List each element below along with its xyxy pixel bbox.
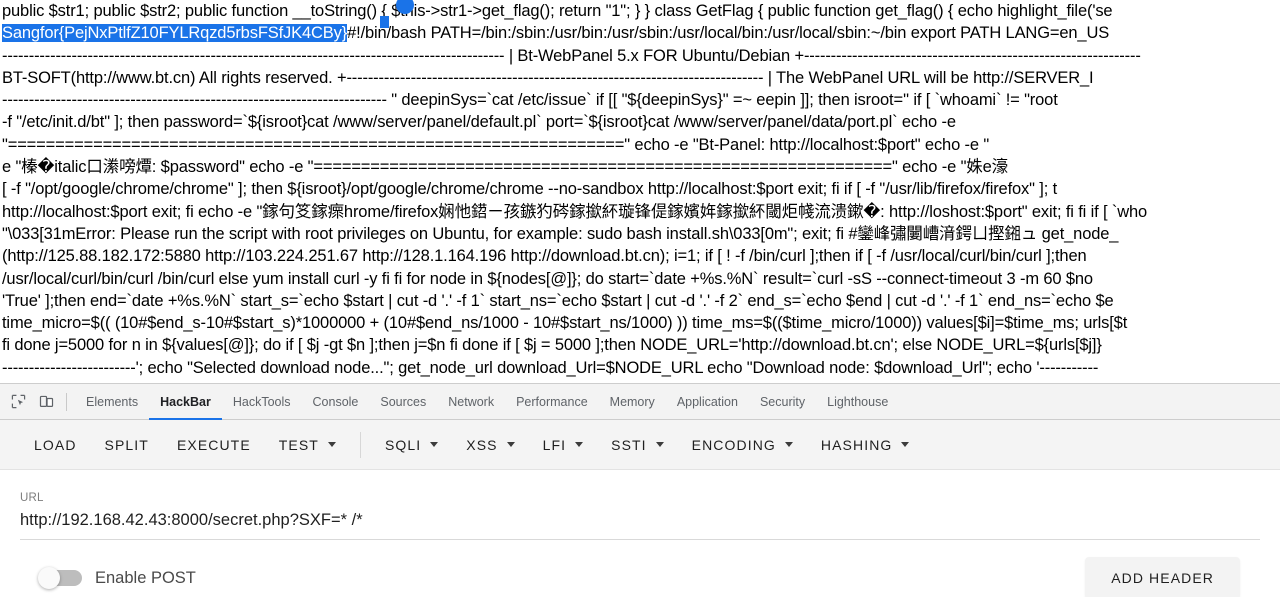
add-header-button[interactable]: ADD HEADER xyxy=(1085,557,1240,597)
code-line: /usr/local/curl/bin/curl /bin/curl else … xyxy=(2,269,1093,288)
xss-menu-label: XSS xyxy=(466,436,498,453)
hackbar-footer: Enable POST ADD HEADER xyxy=(20,540,1260,597)
tab-performance[interactable]: Performance xyxy=(505,384,599,420)
xss-menu-button[interactable]: XSS xyxy=(452,430,528,460)
chevron-down-icon xyxy=(901,442,910,447)
load-button-label: LOAD xyxy=(34,436,77,453)
tab-console[interactable]: Console xyxy=(302,384,370,420)
code-line: BT-SOFT(http://www.bt.cn) All rights res… xyxy=(2,68,1094,87)
chevron-down-icon xyxy=(506,442,515,447)
hashing-menu-label: HASHING xyxy=(820,436,893,453)
chevron-down-icon xyxy=(655,442,664,447)
code-line: http://localhost:$port exit; fi echo -e … xyxy=(2,202,1148,221)
test-menu-button[interactable]: TEST xyxy=(265,430,350,460)
code-line: ----------------------------------------… xyxy=(2,46,1141,65)
code-line: -f "/etc/init.d/bt" ]; then password=`${… xyxy=(2,113,956,132)
ssti-menu-label: SSTI xyxy=(611,436,647,453)
url-field-group: URL http://192.168.42.43:8000/secret.php… xyxy=(20,470,1260,540)
devtools-panel: Elements HackBar HackTools Console Sourc… xyxy=(0,383,1280,597)
url-field-label: URL xyxy=(20,492,44,504)
browser-window: public $str1; public $str2; public funct… xyxy=(0,0,1280,597)
tab-hackbar[interactable]: HackBar xyxy=(149,384,222,420)
lfi-menu-label: LFI xyxy=(542,436,567,453)
enable-post-label: Enable POST xyxy=(95,568,196,587)
code-line: public $str1; public $str2; public funct… xyxy=(2,2,1113,20)
hackbar-toolbar: LOAD SPLIT EXECUTE TEST SQLI XSS LFI SST… xyxy=(0,420,1280,470)
toolbar-separator xyxy=(359,431,361,458)
tab-elements[interactable]: Elements xyxy=(75,384,149,420)
execute-button[interactable]: EXECUTE xyxy=(163,430,265,460)
device-toolbar-icon[interactable] xyxy=(32,388,60,416)
tab-lighthouse[interactable]: Lighthouse xyxy=(816,384,899,420)
tab-network[interactable]: Network xyxy=(437,384,505,420)
inspect-element-icon[interactable] xyxy=(4,388,32,416)
tab-security[interactable]: Security xyxy=(749,384,816,420)
tab-hacktools[interactable]: HackTools xyxy=(222,384,302,420)
code-line: -------------------------'; echo "Select… xyxy=(2,358,1099,377)
hashing-menu-button[interactable]: HASHING xyxy=(807,430,924,460)
chevron-down-icon xyxy=(575,442,584,447)
toolbar-divider xyxy=(66,392,67,411)
devtools-tabbar: Elements HackBar HackTools Console Sourc… xyxy=(0,384,1280,420)
test-menu-label: TEST xyxy=(278,436,319,453)
selected-flag-text[interactable]: Sangfor{PejNxPtlfZ10FYLRqzd5rbsFSfJK4CBy… xyxy=(2,24,347,43)
code-line: "=======================================… xyxy=(2,135,990,154)
code-line: e "榛�italic口潫嗙燂: $password" echo -e "===… xyxy=(2,158,1008,177)
url-input[interactable]: http://192.168.42.43:8000/secret.php?SXF… xyxy=(20,511,1260,540)
toggle-knob xyxy=(38,567,60,589)
enable-post-toggle[interactable]: Enable POST xyxy=(38,567,196,589)
chevron-down-icon xyxy=(430,442,439,447)
devtools-tab-list: Elements HackBar HackTools Console Sourc… xyxy=(75,384,899,420)
toggle-track[interactable] xyxy=(38,567,82,589)
code-line: time_micro=$(( (10#$end_s-10#$start_s)*1… xyxy=(2,314,1128,333)
split-button-label: SPLIT xyxy=(104,436,149,453)
code-line-rest: #!/bin/bash PATH=/bin:/sbin:/usr/bin:/us… xyxy=(347,24,1110,43)
encoding-menu-button[interactable]: ENCODING xyxy=(678,430,807,460)
split-button[interactable]: SPLIT xyxy=(91,430,163,460)
code-line: [ -f "/opt/google/chrome/chrome" ]; then… xyxy=(2,180,1058,199)
code-line-selected: Sangfor{PejNxPtlfZ10FYLRqzd5rbsFSfJK4CBy… xyxy=(2,22,1278,44)
selection-caret-icon[interactable] xyxy=(380,16,389,28)
encoding-menu-label: ENCODING xyxy=(691,436,776,453)
hackbar-body: URL http://192.168.42.43:8000/secret.php… xyxy=(0,470,1280,597)
lfi-menu-button[interactable]: LFI xyxy=(529,430,598,460)
page-content-area[interactable]: public $str1; public $str2; public funct… xyxy=(0,0,1280,383)
chevron-down-icon xyxy=(784,442,793,447)
tab-memory[interactable]: Memory xyxy=(599,384,666,420)
chevron-down-icon xyxy=(327,442,336,447)
sqli-menu-label: SQLI xyxy=(384,436,422,453)
ssti-menu-button[interactable]: SSTI xyxy=(597,430,678,460)
code-line: ----------------------------------------… xyxy=(2,91,1058,110)
code-line: "\033[31mError: Please run the script wi… xyxy=(2,224,1119,243)
tab-sources[interactable]: Sources xyxy=(369,384,437,420)
code-line: 'True' ];then end=`date +%s.%N` start_s=… xyxy=(2,291,1114,310)
execute-button-label: EXECUTE xyxy=(176,436,251,453)
load-button[interactable]: LOAD xyxy=(20,430,91,460)
sqli-menu-button[interactable]: SQLI xyxy=(371,430,452,460)
tab-application[interactable]: Application xyxy=(666,384,749,420)
code-line: fi done j=5000 for n in ${values[@]}; do… xyxy=(2,336,1102,355)
code-line: (http://125.88.182.172:5880 http://103.2… xyxy=(2,247,1087,266)
